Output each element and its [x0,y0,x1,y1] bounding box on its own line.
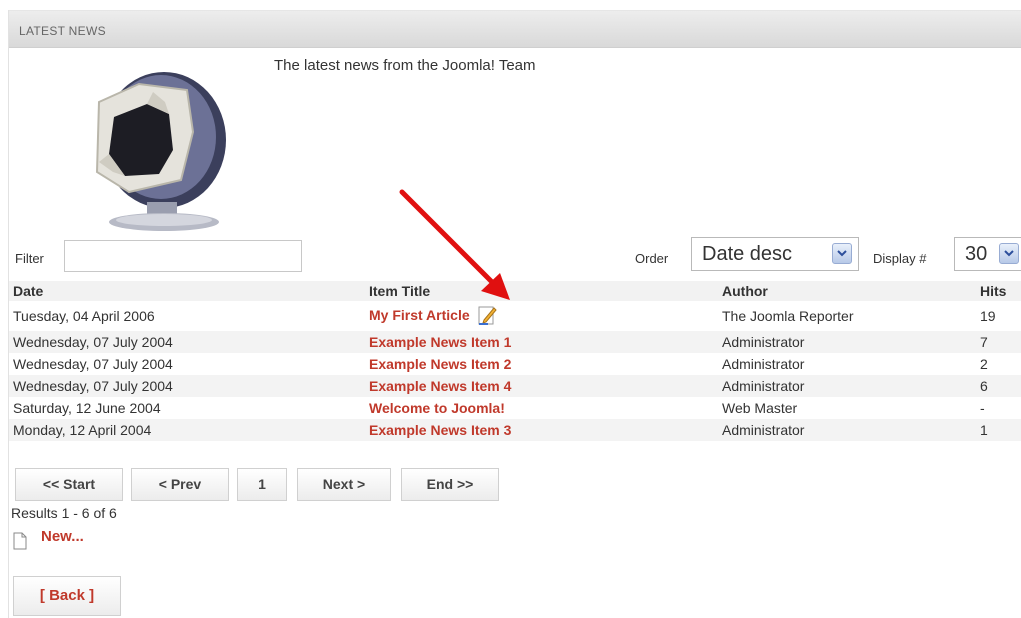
pagination-page-1[interactable]: 1 [237,468,287,501]
column-header-date[interactable]: Date [9,281,365,301]
news-monitor-image [95,72,226,231]
cell-author: Administrator [718,331,976,353]
cell-author: Administrator [718,375,976,397]
cell-author: Administrator [718,419,976,441]
cell-hits: 6 [976,375,1021,397]
cell-date: Monday, 12 April 2004 [9,419,365,441]
display-label: Display # [873,251,927,266]
article-link[interactable]: Example News Item 3 [369,422,511,438]
article-link[interactable]: Welcome to Joomla! [369,400,505,416]
column-header-hits[interactable]: Hits [976,281,1021,301]
table-row: Saturday, 12 June 2004 Welcome to Joomla… [9,397,1021,419]
article-link[interactable]: My First Article [369,307,470,323]
back-button[interactable]: [ Back ] [13,576,121,616]
order-selected-value: Date desc [702,243,793,265]
filter-label: Filter [15,251,44,266]
table-row: Wednesday, 07 July 2004 Example News Ite… [9,331,1021,353]
display-select[interactable]: 30 [954,237,1021,271]
pagination-start-button[interactable]: << Start [15,468,123,501]
section-title: LATEST NEWS [19,24,106,38]
cell-date: Wednesday, 07 July 2004 [9,331,365,353]
pagination-end-button[interactable]: End >> [401,468,499,501]
cell-date: Tuesday, 04 April 2006 [13,308,155,324]
chevron-down-icon[interactable] [832,243,852,264]
order-label: Order [635,251,669,266]
latest-news-panel: LATEST NEWS The latest news from the Joo… [8,10,1021,618]
news-table: Date Item Title Author Hits Tuesday, 04 … [9,281,1021,441]
cell-title: Example News Item 3 [365,419,718,441]
pagination-prev-button[interactable]: < Prev [131,468,229,501]
cell-hits: - [980,400,985,416]
cell-author: Web Master [722,400,798,416]
new-article-label[interactable]: New... [41,528,84,545]
chevron-down-icon[interactable] [999,243,1019,264]
column-header-author[interactable]: Author [718,281,976,301]
cell-title: My First Article [365,301,718,331]
table-row: Tuesday, 04 April 2006 My First Article … [9,301,1021,331]
column-header-title[interactable]: Item Title [365,281,718,301]
results-count: Results 1 - 6 of 6 [11,505,117,521]
cell-title: Example News Item 4 [365,375,718,397]
filter-input[interactable] [64,240,302,272]
pagination-next-button[interactable]: Next > [297,468,391,501]
table-row: Wednesday, 07 July 2004 Example News Ite… [9,353,1021,375]
article-link[interactable]: Example News Item 2 [369,356,511,372]
cell-title: Welcome to Joomla! [365,397,718,419]
cell-title: Example News Item 2 [365,353,718,375]
section-header: LATEST NEWS [9,10,1021,48]
cell-hits: 2 [980,356,988,372]
display-selected-value: 30 [965,243,988,265]
cell-date: Wednesday, 07 July 2004 [13,356,173,372]
edit-pencil-icon[interactable] [476,304,498,329]
cell-hits: 1 [976,419,1021,441]
table-row: Monday, 12 April 2004 Example News Item … [9,419,1021,441]
cell-author: Administrator [722,356,805,372]
cell-date: Wednesday, 07 July 2004 [9,375,365,397]
cell-hits: 7 [976,331,1021,353]
cell-hits: 19 [980,308,996,324]
cell-author: The Joomla Reporter [722,308,854,324]
table-row: Wednesday, 07 July 2004 Example News Ite… [9,375,1021,397]
table-header-row: Date Item Title Author Hits [9,281,1021,301]
cell-date: Saturday, 12 June 2004 [13,400,161,416]
article-link[interactable]: Example News Item 1 [369,334,511,350]
intro-text: The latest news from the Joomla! Team [274,57,536,74]
cell-title: Example News Item 1 [365,331,718,353]
article-link[interactable]: Example News Item 4 [369,378,511,394]
order-select[interactable]: Date desc [691,237,859,271]
document-icon [13,532,27,550]
